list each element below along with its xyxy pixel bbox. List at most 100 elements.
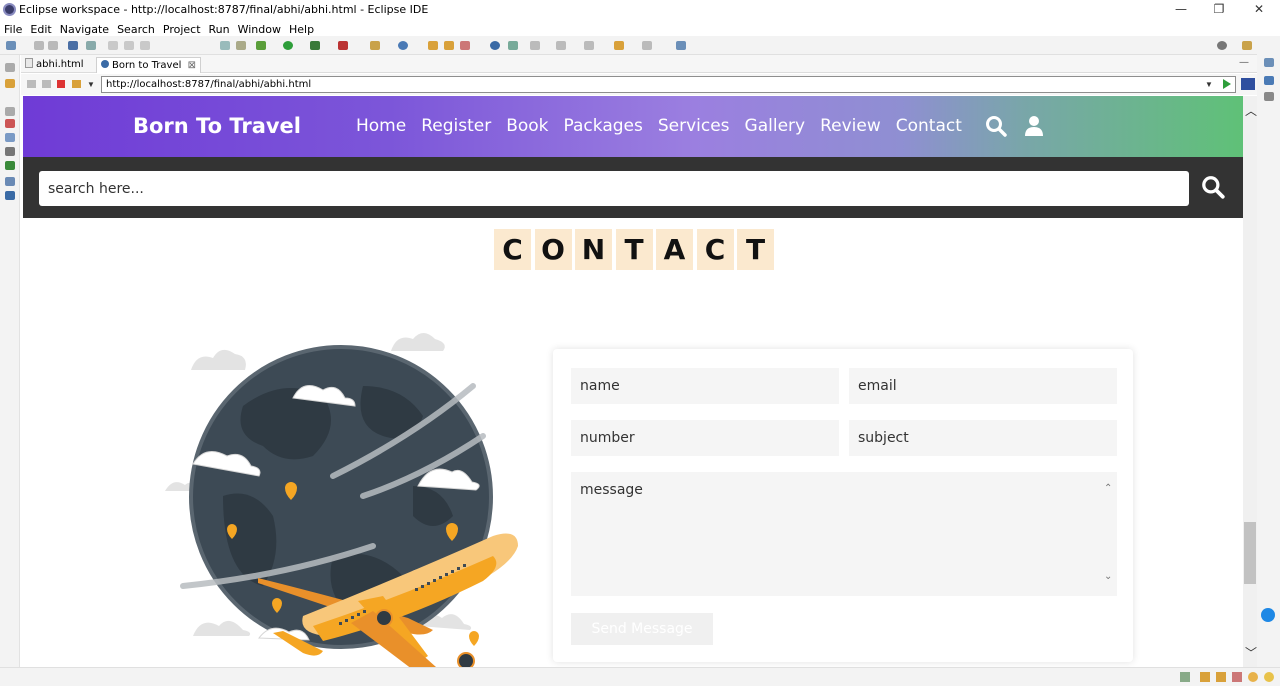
nav-book[interactable]: Book xyxy=(506,116,548,136)
minimize-editor-icon[interactable]: — xyxy=(1239,57,1249,68)
eclipse-icon xyxy=(3,3,16,16)
nav-register[interactable]: Register xyxy=(421,116,491,136)
restore-view-icon[interactable] xyxy=(5,63,15,72)
resume-icon[interactable] xyxy=(108,41,118,50)
restore-button[interactable]: ❐ xyxy=(1210,1,1228,17)
textarea-scroll-down-icon[interactable]: ⌄ xyxy=(1104,571,1112,582)
window-title: Eclipse workspace - http://localhost:878… xyxy=(19,3,429,16)
close-tab-icon[interactable]: ⊠ xyxy=(188,60,196,71)
stop-icon[interactable] xyxy=(57,80,65,88)
nav-review[interactable]: Review xyxy=(820,116,881,136)
heading-letter: C xyxy=(494,229,531,270)
debug-icon[interactable] xyxy=(256,41,266,50)
search-submit-icon[interactable] xyxy=(1200,174,1226,200)
new-server-icon[interactable] xyxy=(370,41,380,50)
scroll-up-icon[interactable]: ︿ xyxy=(1245,102,1257,119)
view-menu-icon[interactable] xyxy=(1264,92,1274,101)
heading-letter: T xyxy=(615,229,653,270)
name-input[interactable] xyxy=(571,368,839,404)
tip-icon xyxy=(1264,672,1274,682)
annotation-icon[interactable] xyxy=(508,41,518,50)
teamviewer-icon[interactable] xyxy=(1261,608,1275,622)
url-dropdown-icon[interactable]: ▼ xyxy=(1205,80,1213,89)
new-icon[interactable] xyxy=(6,41,16,50)
search-icon[interactable] xyxy=(984,114,1008,138)
globe-tool-icon[interactable] xyxy=(490,41,500,50)
site-logo[interactable]: Born To Travel xyxy=(133,114,301,138)
open-type-icon[interactable] xyxy=(428,41,438,50)
close-button[interactable]: ✕ xyxy=(1250,1,1268,17)
message-textarea[interactable] xyxy=(571,472,1117,596)
terminal-icon[interactable] xyxy=(68,41,78,50)
properties-icon[interactable] xyxy=(5,133,15,142)
tab-abhi-html[interactable]: abhi.html xyxy=(25,57,84,73)
outline-icon[interactable] xyxy=(1264,58,1274,67)
console-icon[interactable] xyxy=(5,191,15,200)
markers-icon[interactable] xyxy=(5,119,15,128)
wrap-icon[interactable] xyxy=(236,41,246,50)
email-input[interactable] xyxy=(849,368,1117,404)
url-input[interactable]: http://localhost:8787/final/abhi/abhi.ht… xyxy=(101,76,1236,93)
tab-born-to-travel[interactable]: Born to Travel ⊠ xyxy=(96,57,201,73)
html-file-icon xyxy=(25,58,33,68)
nav-gallery[interactable]: Gallery xyxy=(745,116,806,136)
scroll-down-icon[interactable]: ﹀ xyxy=(1245,644,1257,661)
nav-services[interactable]: Services xyxy=(658,116,730,136)
back-icon[interactable] xyxy=(614,41,624,50)
tab-label: abhi.html xyxy=(36,59,84,70)
status-bar xyxy=(0,667,1280,686)
open-perspective-icon[interactable] xyxy=(1242,41,1252,50)
contact-heading: CONTACT xyxy=(494,229,778,271)
suspend-icon[interactable] xyxy=(124,41,134,50)
open-external-browser-icon[interactable] xyxy=(1241,78,1255,90)
snippets-icon[interactable] xyxy=(5,177,15,186)
nav-home[interactable]: Home xyxy=(356,116,406,136)
chevron-down-icon[interactable]: ▼ xyxy=(87,80,95,89)
save-all-icon[interactable] xyxy=(48,41,58,50)
scroll-thumb[interactable] xyxy=(1244,522,1256,584)
coverage-icon[interactable] xyxy=(310,41,320,50)
run-icon[interactable] xyxy=(283,41,293,50)
send-message-button[interactable]: Send Message xyxy=(571,613,713,645)
new-class-icon[interactable] xyxy=(398,41,408,50)
forward-icon[interactable] xyxy=(642,41,652,50)
right-trim xyxy=(1257,36,1280,686)
nav-contact[interactable]: Contact xyxy=(896,116,962,136)
back-icon[interactable] xyxy=(27,80,36,88)
save-icon[interactable] xyxy=(34,41,44,50)
user-icon[interactable] xyxy=(1022,114,1046,138)
toolbar xyxy=(0,36,1280,55)
search-tool-icon[interactable] xyxy=(460,41,470,50)
left-trim xyxy=(0,55,20,686)
forward-icon[interactable] xyxy=(42,80,51,88)
go-icon[interactable] xyxy=(1223,79,1231,89)
next-annotation-icon[interactable] xyxy=(530,41,540,50)
sync-icon[interactable] xyxy=(220,41,230,50)
vertical-scrollbar[interactable]: ︿ ﹀ xyxy=(1243,96,1257,667)
servers-icon[interactable] xyxy=(5,147,15,156)
pin-editor-icon[interactable] xyxy=(676,41,686,50)
editor-tabs: abhi.html Born to Travel ⊠ — xyxy=(21,55,1257,73)
restore-view-icon[interactable] xyxy=(5,107,15,116)
last-edit-icon[interactable] xyxy=(584,41,594,50)
skip-icon[interactable] xyxy=(86,41,96,50)
minimize-button[interactable]: — xyxy=(1172,1,1190,17)
open-folder-icon[interactable] xyxy=(444,41,454,50)
data-source-icon[interactable] xyxy=(5,161,15,170)
search-input[interactable] xyxy=(39,171,1189,206)
browser-toolbar: ▼ http://localhost:8787/final/abhi/abhi.… xyxy=(21,74,1257,95)
task-list-icon[interactable] xyxy=(1264,76,1274,85)
prev-annotation-icon[interactable] xyxy=(556,41,566,50)
main-nav: Home Register Book Packages Services Gallery R… xyxy=(356,116,977,140)
site-header: Born To Travel Home Register Book Packages S… xyxy=(23,96,1243,157)
refresh-icon[interactable] xyxy=(72,80,81,88)
nav-packages[interactable]: Packages xyxy=(564,116,643,136)
number-input[interactable] xyxy=(571,420,839,456)
textarea-scroll-up-icon[interactable]: ⌃ xyxy=(1104,483,1112,494)
external-tools-icon[interactable] xyxy=(338,41,348,50)
search-icon[interactable] xyxy=(1217,41,1227,50)
stop-icon[interactable] xyxy=(140,41,150,50)
contact-form: ⌃ ⌄ Send Message xyxy=(553,349,1133,662)
project-explorer-icon[interactable] xyxy=(5,79,15,88)
subject-input[interactable] xyxy=(849,420,1117,456)
